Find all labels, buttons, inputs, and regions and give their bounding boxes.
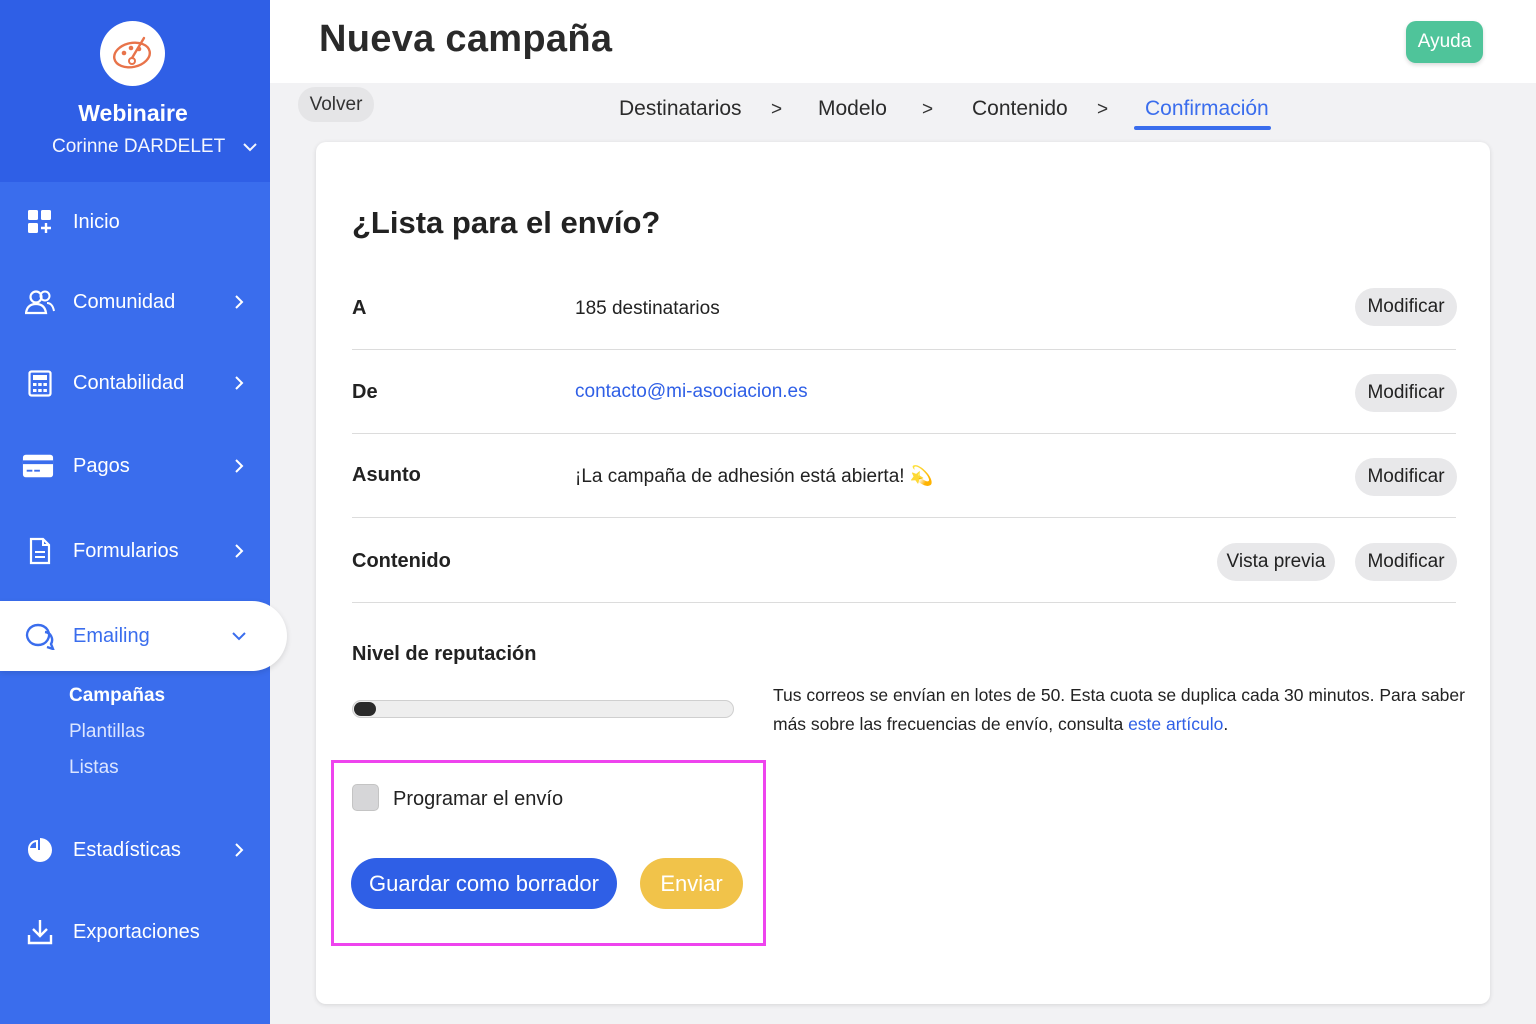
- sidebar-item-estadisticas[interactable]: Estadísticas: [0, 815, 270, 885]
- save-draft-button[interactable]: Guardar como borrador: [351, 858, 617, 909]
- sender-email-link[interactable]: contacto@mi-asociacion.es: [575, 381, 808, 403]
- reputation-bar: [352, 700, 734, 718]
- sidebar-item-pagos[interactable]: Pagos: [0, 431, 270, 501]
- modify-sender-button[interactable]: Modificar: [1355, 374, 1457, 412]
- sidebar-item-contabilidad[interactable]: Contabilidad: [0, 348, 270, 418]
- user-switcher[interactable]: Corinne DARDELET: [52, 136, 257, 158]
- sidebar-item-label: Pagos: [73, 454, 130, 477]
- chevron-right-icon: [230, 457, 248, 475]
- sidebar-item-label: Exportaciones: [73, 920, 200, 943]
- card-title: ¿Lista para el envío?: [352, 205, 661, 240]
- modify-recipients-button[interactable]: Modificar: [1355, 288, 1457, 326]
- dashboard-icon: [24, 206, 56, 238]
- modify-subject-button[interactable]: Modificar: [1355, 458, 1457, 496]
- chevron-right-icon: [230, 542, 248, 560]
- back-button[interactable]: Volver: [298, 87, 374, 122]
- step-separator: >: [922, 99, 934, 120]
- step-contenido[interactable]: Contenido: [972, 97, 1068, 121]
- schedule-label[interactable]: Programar el envío: [393, 788, 563, 811]
- step-confirmacion[interactable]: Confirmación: [1145, 97, 1269, 121]
- page-title: Nueva campaña: [319, 18, 613, 60]
- chevron-right-icon: [230, 841, 248, 859]
- sidebar-item-inicio[interactable]: Inicio: [0, 187, 270, 257]
- preview-button[interactable]: Vista previa: [1217, 543, 1335, 581]
- sidebar-item-exportaciones[interactable]: Exportaciones: [0, 897, 270, 967]
- divider: [352, 433, 1456, 434]
- reputation-text: Tus correos se envían en lotes de 50. Es…: [773, 685, 1465, 734]
- sidebar-item-label: Comunidad: [73, 290, 176, 313]
- sidebar-subitem-listas[interactable]: Listas: [69, 757, 119, 779]
- users-icon: [24, 286, 56, 318]
- reputation-bar-fill: [354, 702, 376, 716]
- chevron-down-icon: [230, 627, 248, 645]
- row-label-to: A: [352, 297, 367, 319]
- sidebar-subitem-plantillas[interactable]: Plantillas: [69, 721, 145, 743]
- send-button[interactable]: Enviar: [640, 858, 743, 909]
- reputation-text-end: .: [1223, 714, 1229, 734]
- reputation-description: Tus correos se envían en lotes de 50. Es…: [773, 681, 1473, 739]
- chat-icon: [24, 620, 56, 652]
- chevron-right-icon: [230, 293, 248, 311]
- sidebar-item-comunidad[interactable]: Comunidad: [0, 267, 270, 337]
- download-icon: [24, 916, 56, 948]
- top-bar: Nueva campaña Ayuda: [270, 0, 1536, 83]
- recipients-value: 185 destinatarios: [575, 298, 720, 319]
- calculator-icon: [24, 367, 56, 399]
- step-separator: >: [771, 99, 783, 120]
- sidebar-item-emailing[interactable]: Emailing: [0, 601, 287, 671]
- palette-icon: [112, 36, 151, 69]
- sidebar-subitem-campanas[interactable]: Campañas: [69, 685, 165, 707]
- organization-logo[interactable]: [100, 21, 165, 86]
- document-icon: [24, 535, 56, 567]
- help-article-link[interactable]: este artículo: [1128, 714, 1223, 734]
- sidebar-item-label: Estadísticas: [73, 838, 181, 861]
- subject-value: ¡La campaña de adhesión está abierta! 💫: [575, 466, 934, 487]
- step-modelo[interactable]: Modelo: [818, 97, 887, 121]
- row-label-content: Contenido: [352, 550, 451, 572]
- help-button[interactable]: Ayuda: [1406, 21, 1483, 63]
- step-destinatarios[interactable]: Destinatarios: [619, 97, 742, 121]
- divider: [352, 517, 1456, 518]
- divider: [352, 602, 1456, 603]
- modify-content-button[interactable]: Modificar: [1355, 543, 1457, 581]
- row-label-subject: Asunto: [352, 464, 421, 486]
- reputation-title: Nivel de reputación: [352, 643, 537, 665]
- chevron-right-icon: [230, 374, 248, 392]
- sidebar-item-label: Inicio: [73, 210, 120, 233]
- sidebar-item-label: Contabilidad: [73, 371, 185, 394]
- user-name: Corinne DARDELET: [52, 136, 226, 157]
- organization-name: Webinaire: [78, 100, 188, 126]
- row-label-from: De: [352, 381, 378, 403]
- sidebar: Webinaire Corinne DARDELET Inicio Comuni…: [0, 0, 287, 1024]
- sidebar-item-label: Emailing: [73, 624, 150, 647]
- credit-card-icon: [22, 450, 54, 482]
- active-step-indicator: [1134, 126, 1271, 130]
- step-separator: >: [1097, 99, 1109, 120]
- pie-chart-icon: [24, 834, 56, 866]
- sidebar-item-formularios[interactable]: Formularios: [0, 516, 270, 586]
- sidebar-header: Webinaire Corinne DARDELET: [0, 0, 270, 182]
- sidebar-item-label: Formularios: [73, 539, 179, 562]
- schedule-checkbox[interactable]: [352, 784, 379, 811]
- chevron-down-icon: [243, 143, 257, 152]
- divider: [352, 349, 1456, 350]
